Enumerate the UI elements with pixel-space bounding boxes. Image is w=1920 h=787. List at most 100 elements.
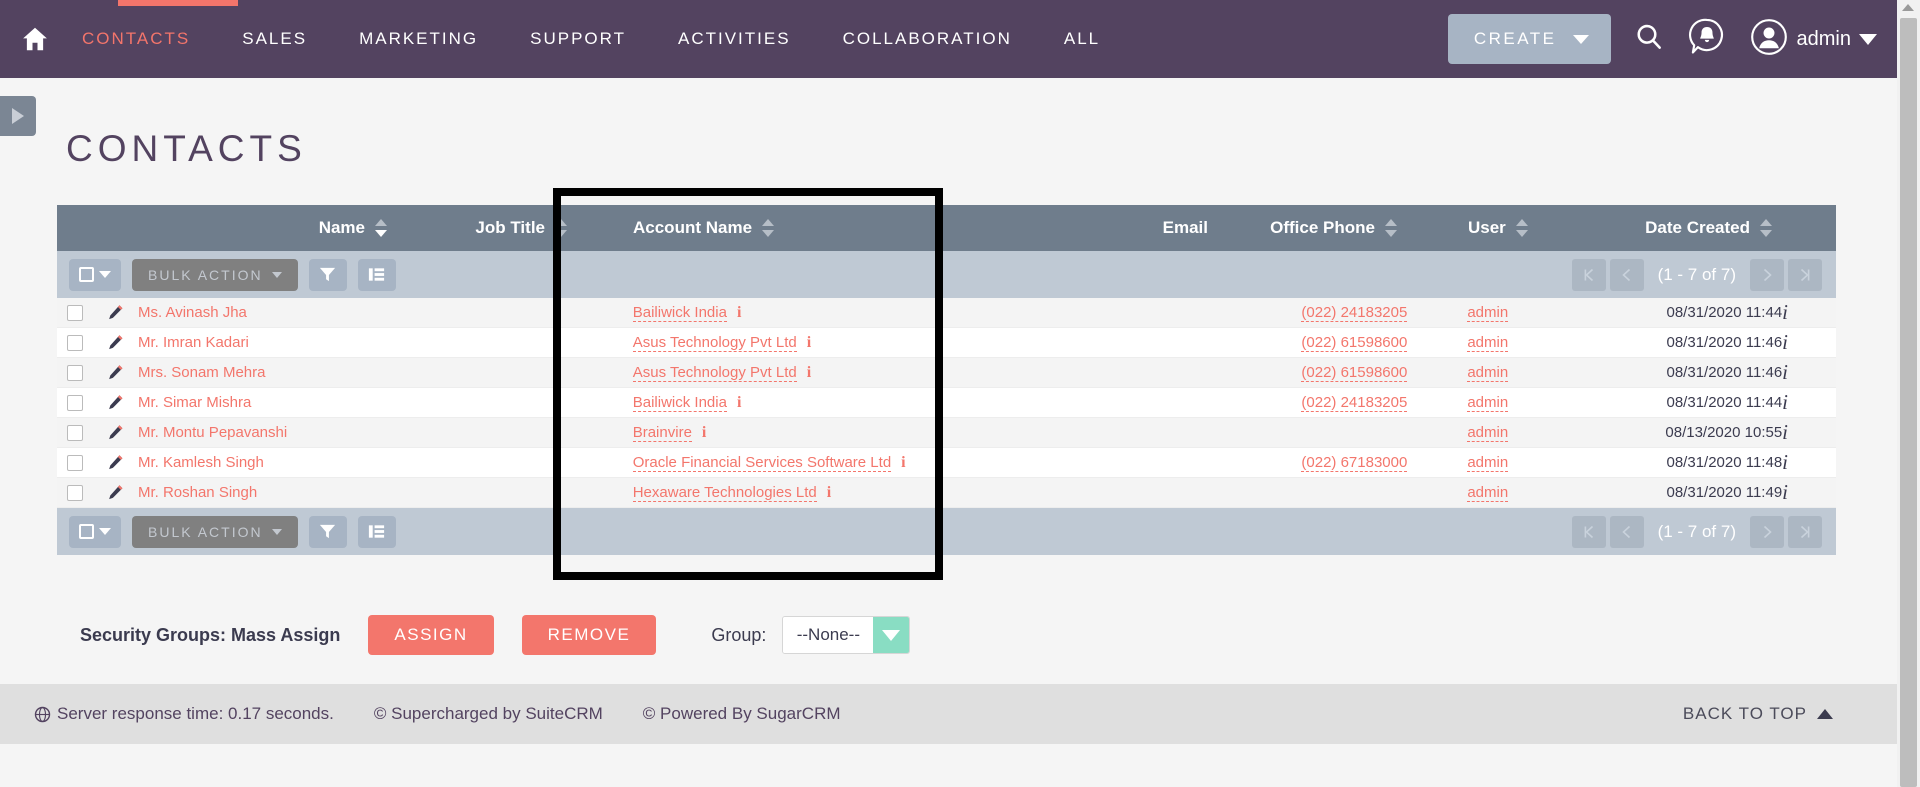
- user-link[interactable]: admin: [1467, 304, 1509, 322]
- row-info-icon[interactable]: i: [1782, 450, 1788, 475]
- group-select[interactable]: --None--: [782, 616, 911, 654]
- sort-icon-office-phone[interactable]: [1385, 219, 1398, 237]
- sort-icon-account-name[interactable]: [762, 219, 775, 237]
- sort-icon-name[interactable]: [375, 219, 388, 237]
- account-info-icon[interactable]: i: [901, 454, 905, 472]
- page-first-button-bottom[interactable]: [1571, 515, 1606, 548]
- user-link[interactable]: admin: [1467, 454, 1509, 472]
- account-name-link[interactable]: Brainvire: [632, 424, 692, 442]
- contact-name-link[interactable]: Ms. Avinash Jha: [138, 304, 247, 321]
- row-checkbox[interactable]: [66, 334, 83, 351]
- office-phone-link[interactable]: (022) 61598600: [1301, 334, 1408, 352]
- nav-item-support[interactable]: SUPPORT: [504, 29, 652, 49]
- account-name-link[interactable]: Bailiwick India: [632, 394, 727, 412]
- header-cell-user[interactable]: User: [1408, 205, 1568, 251]
- account-info-icon[interactable]: i: [737, 394, 741, 412]
- select-all-dropdown-button-bottom[interactable]: [69, 515, 121, 548]
- edit-pencil-button[interactable]: [93, 328, 138, 357]
- contact-name-link[interactable]: Mr. Roshan Singh: [138, 484, 257, 501]
- back-to-top-link[interactable]: BACK TO TOP: [1683, 704, 1863, 724]
- page-prev-button[interactable]: [1609, 258, 1644, 291]
- account-info-icon[interactable]: i: [702, 424, 706, 442]
- user-link[interactable]: admin: [1467, 424, 1509, 442]
- edit-pencil-button[interactable]: [93, 358, 138, 387]
- nav-item-marketing[interactable]: MARKETING: [333, 29, 504, 49]
- column-chooser-button-bottom[interactable]: [357, 515, 396, 548]
- page-next-button[interactable]: [1750, 258, 1784, 291]
- chevron-down-icon[interactable]: [873, 617, 910, 653]
- page-last-button-bottom[interactable]: [1788, 515, 1822, 548]
- account-name-link[interactable]: Asus Technology Pvt Ltd: [632, 334, 797, 352]
- filter-button-bottom[interactable]: [308, 515, 347, 548]
- row-info-icon[interactable]: i: [1782, 390, 1788, 415]
- user-link[interactable]: admin: [1467, 394, 1509, 412]
- bulk-action-button[interactable]: BULK ACTION: [132, 258, 298, 291]
- row-info-icon[interactable]: i: [1782, 300, 1788, 325]
- home-icon[interactable]: [14, 18, 56, 60]
- nav-item-contacts[interactable]: CONTACTS: [56, 29, 216, 49]
- remove-button[interactable]: REMOVE: [521, 615, 657, 655]
- row-checkbox[interactable]: [66, 484, 83, 501]
- row-info-icon[interactable]: i: [1782, 360, 1788, 385]
- account-info-icon[interactable]: i: [737, 304, 741, 322]
- page-scrollbar[interactable]: [1897, 0, 1920, 787]
- page-prev-button-bottom[interactable]: [1609, 515, 1644, 548]
- contact-name-link[interactable]: Mr. Simar Mishra: [138, 394, 251, 411]
- sort-icon-date-created[interactable]: [1760, 219, 1773, 237]
- contact-name-link[interactable]: Mr. Montu Pepavanshi: [138, 424, 287, 441]
- user-avatar-icon[interactable]: [1749, 17, 1789, 62]
- account-name-link[interactable]: Asus Technology Pvt Ltd: [632, 364, 797, 382]
- sort-icon-job-title[interactable]: [555, 219, 568, 237]
- notification-bell-icon[interactable]: [1687, 17, 1727, 62]
- account-name-link[interactable]: Bailiwick India: [632, 304, 727, 322]
- scroll-up-arrow-icon[interactable]: [1902, 4, 1914, 11]
- page-first-button[interactable]: [1571, 258, 1606, 291]
- row-info-icon[interactable]: i: [1782, 480, 1788, 505]
- office-phone-link[interactable]: (022) 24183205: [1301, 394, 1408, 412]
- column-chooser-button[interactable]: [357, 258, 396, 291]
- row-checkbox[interactable]: [66, 364, 83, 381]
- sort-icon-user[interactable]: [1515, 219, 1529, 237]
- row-checkbox[interactable]: [66, 304, 83, 321]
- nav-item-activities[interactable]: ACTIVITIES: [652, 29, 817, 49]
- office-phone-link[interactable]: (022) 61598600: [1301, 364, 1408, 382]
- office-phone-link[interactable]: (022) 24183205: [1301, 304, 1408, 322]
- search-icon[interactable]: [1633, 21, 1665, 58]
- page-last-button[interactable]: [1788, 258, 1822, 291]
- edit-pencil-button[interactable]: [93, 478, 138, 507]
- row-info-icon[interactable]: i: [1782, 330, 1788, 355]
- account-info-icon[interactable]: i: [827, 484, 831, 502]
- office-phone-link[interactable]: (022) 67183000: [1301, 454, 1408, 472]
- create-button[interactable]: CREATE: [1447, 14, 1611, 64]
- account-name-link[interactable]: Hexaware Technologies Ltd: [632, 484, 817, 502]
- edit-pencil-button[interactable]: [93, 388, 138, 417]
- account-name-link[interactable]: Oracle Financial Services Software Ltd: [632, 454, 892, 472]
- header-cell-account-name[interactable]: Account Name: [578, 205, 968, 251]
- contact-name-link[interactable]: Mr. Imran Kadari: [138, 334, 249, 351]
- assign-button[interactable]: ASSIGN: [368, 615, 494, 655]
- row-checkbox[interactable]: [66, 454, 83, 471]
- header-cell-date-created[interactable]: Date Created: [1568, 205, 1783, 251]
- page-next-button-bottom[interactable]: [1750, 515, 1784, 548]
- edit-pencil-button[interactable]: [93, 298, 138, 327]
- account-info-icon[interactable]: i: [807, 364, 811, 382]
- bulk-action-button-bottom[interactable]: BULK ACTION: [132, 515, 298, 548]
- header-cell-job-title[interactable]: Job Title: [398, 205, 578, 251]
- header-cell-office-phone[interactable]: Office Phone: [1218, 205, 1408, 251]
- contact-name-link[interactable]: Mrs. Sonam Mehra: [138, 364, 266, 381]
- contact-name-link[interactable]: Mr. Kamlesh Singh: [138, 454, 264, 471]
- edit-pencil-button[interactable]: [93, 448, 138, 477]
- row-info-icon[interactable]: i: [1782, 420, 1788, 445]
- edit-pencil-button[interactable]: [93, 418, 138, 447]
- sidebar-expand-toggle[interactable]: [0, 96, 36, 136]
- user-link[interactable]: admin: [1467, 364, 1509, 382]
- account-info-icon[interactable]: i: [807, 334, 811, 352]
- select-all-dropdown-button[interactable]: [69, 258, 121, 291]
- nav-item-all[interactable]: ALL: [1038, 29, 1126, 49]
- user-link[interactable]: admin: [1467, 484, 1509, 502]
- header-cell-name[interactable]: Name: [138, 205, 398, 251]
- user-link[interactable]: admin: [1467, 334, 1509, 352]
- row-checkbox[interactable]: [66, 424, 83, 441]
- filter-button[interactable]: [308, 258, 347, 291]
- row-checkbox[interactable]: [66, 394, 83, 411]
